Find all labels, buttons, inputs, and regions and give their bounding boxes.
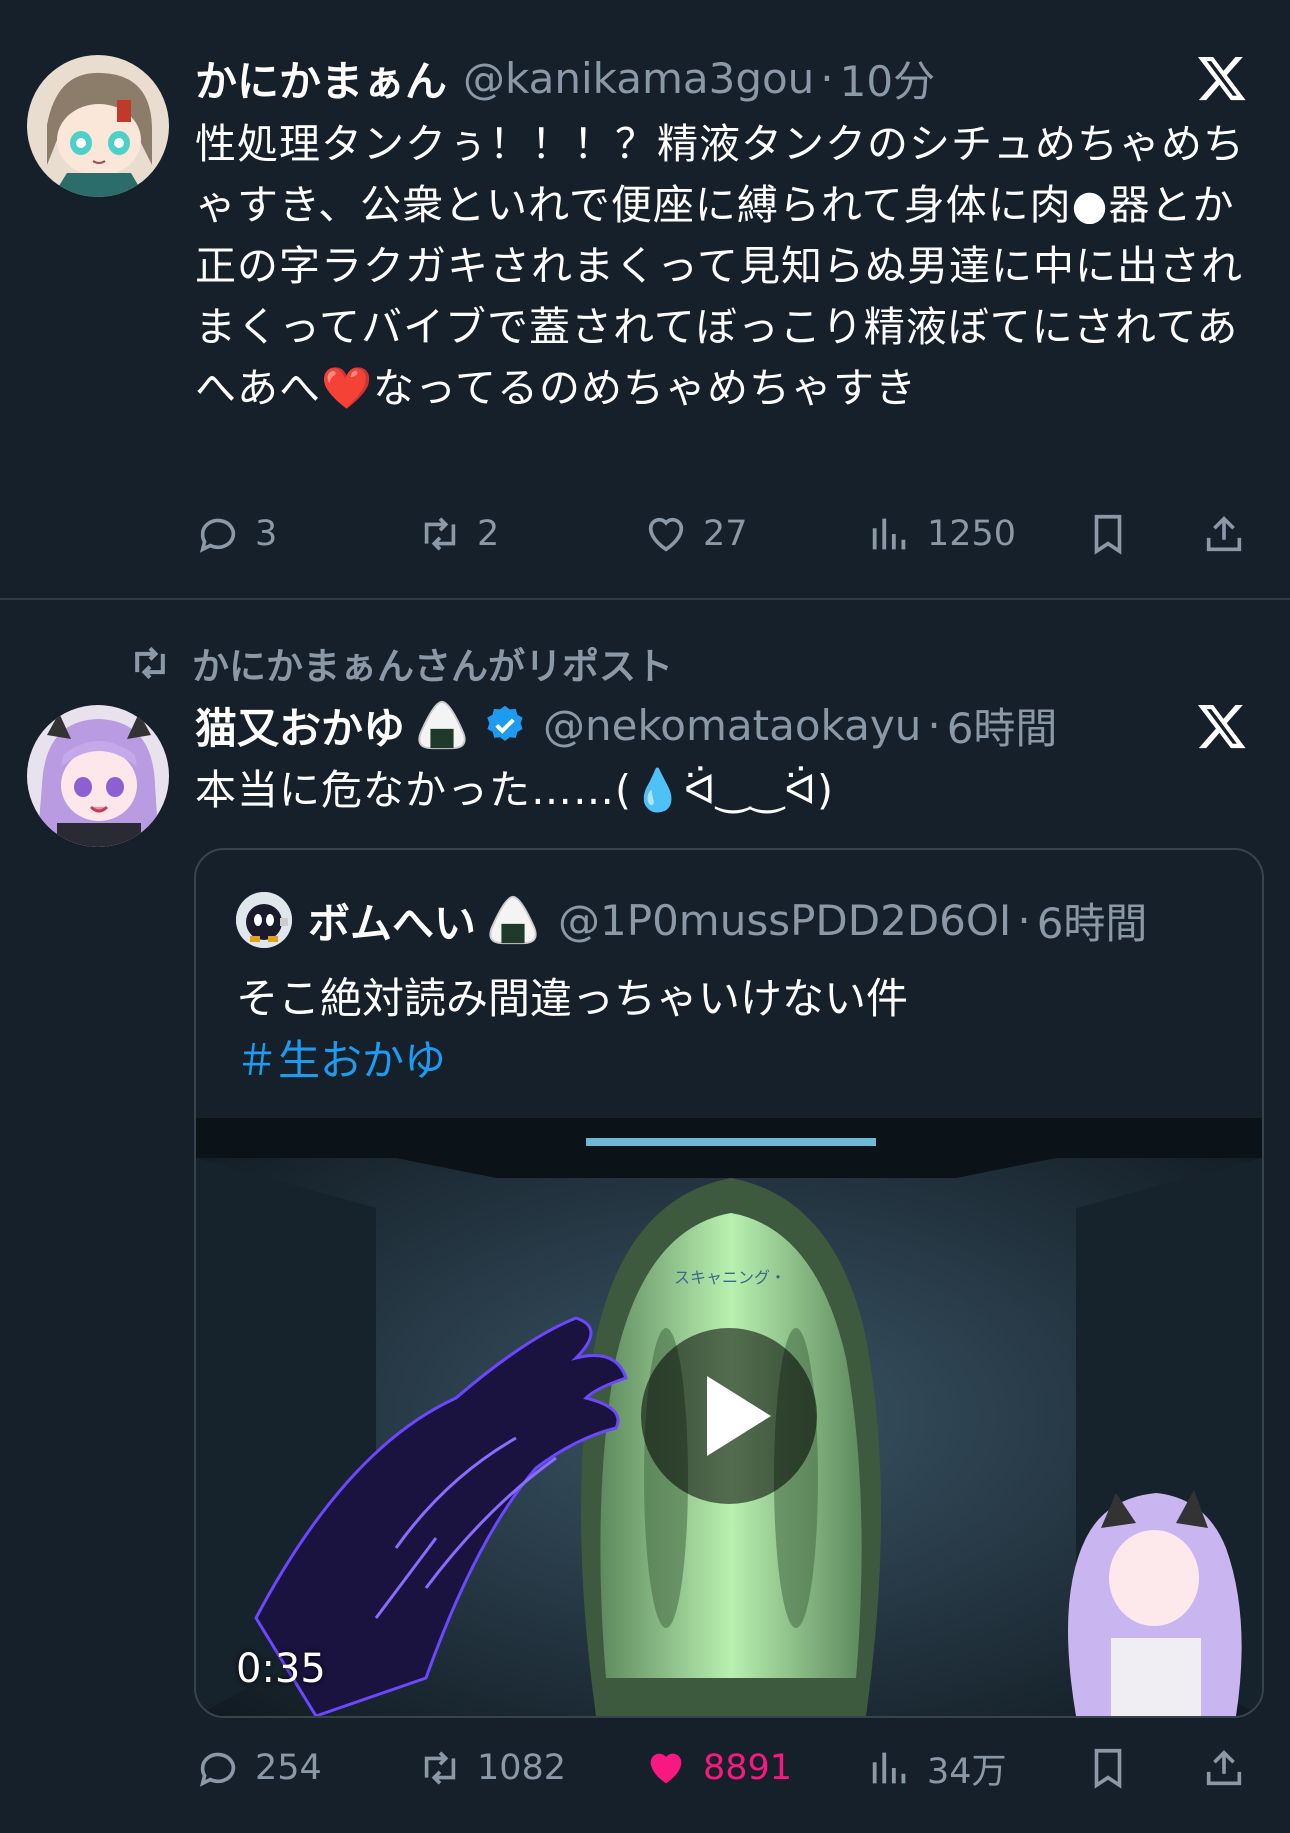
- separator-dot: ·: [1017, 895, 1031, 945]
- bookmark-icon: [1094, 1748, 1122, 1789]
- video-duration: 0:35: [236, 1646, 326, 1692]
- timestamp[interactable]: 10分: [840, 48, 935, 109]
- share-icon: [1206, 516, 1242, 552]
- avatar-okayu[interactable]: [27, 705, 169, 847]
- share-button[interactable]: [1201, 504, 1261, 564]
- x-logo-icon: [1197, 56, 1246, 101]
- verified-badge-icon: [487, 705, 523, 741]
- video-hud-text: スキャニング・: [674, 1268, 786, 1287]
- quoted-timestamp[interactable]: 6時間: [1037, 890, 1148, 951]
- reply-button[interactable]: 3: [195, 504, 277, 564]
- views-count: 1250: [927, 514, 1017, 554]
- retweet-button[interactable]: 1082: [417, 1738, 566, 1798]
- retweet-icon: [424, 1751, 456, 1785]
- views-button[interactable]: 1250: [867, 504, 1016, 564]
- bookmark-icon: [1094, 514, 1122, 555]
- onigiri-emoji-icon: [418, 700, 466, 750]
- x-logo-icon: [1197, 704, 1246, 749]
- tweet-1[interactable]: かにかまぁん @kanikama3gou · 10分 性処理タンクぅ！！！？精液…: [0, 0, 1290, 600]
- author-name[interactable]: 猫又おかゆ: [195, 695, 405, 756]
- quoted-tweet[interactable]: ボムへい @1P0mussPDD2D6OI · 6時間 そこ絶対読み間違っちゃい…: [194, 848, 1264, 1718]
- views-icon: [872, 1752, 906, 1784]
- quoted-author-handle[interactable]: @1P0mussPDD2D6OI: [558, 896, 1011, 945]
- avatar-bomuhei[interactable]: [236, 892, 292, 948]
- like-button[interactable]: 27: [643, 504, 748, 564]
- separator-dot: ·: [820, 53, 834, 103]
- bookmark-button[interactable]: [1085, 1738, 1145, 1798]
- reply-icon: [199, 518, 236, 553]
- retweet-count: 2: [477, 514, 500, 554]
- tweet-actions: 254 1082 8891 34万: [195, 1738, 1255, 1798]
- video-player[interactable]: スキャニング・ 0:35: [196, 1118, 1262, 1716]
- tweet-text: 性処理タンクぅ！！！？精液タンクのシチュめちゃめちゃすき、公衆といれで便座に縛ら…: [195, 120, 1245, 412]
- reply-icon: [199, 1752, 236, 1787]
- retweet-button[interactable]: 2: [417, 504, 499, 564]
- onigiri-emoji-icon: [489, 895, 537, 945]
- reply-count: 3: [255, 514, 278, 554]
- tweet-text: 本当に危なかった……(💧ᐛ‿‿ᐛ): [195, 766, 835, 814]
- play-button[interactable]: [641, 1328, 817, 1504]
- views-count: 34万: [927, 1751, 1007, 1792]
- quoted-author-name[interactable]: ボムへい: [308, 890, 476, 951]
- reply-button[interactable]: 254: [195, 1738, 322, 1798]
- share-button[interactable]: [1201, 1738, 1261, 1798]
- avatar-kanikama[interactable]: [27, 55, 169, 197]
- timestamp[interactable]: 6時間: [947, 695, 1058, 756]
- author-handle[interactable]: @nekomataokayu: [543, 701, 921, 750]
- quoted-tweet-text: そこ絶対読み間違っちゃいけない件 ＃生おかゆ: [236, 968, 908, 1092]
- like-count: 27: [703, 514, 748, 554]
- like-count: 8891: [703, 1748, 793, 1788]
- reply-count: 254: [255, 1748, 322, 1788]
- hashtag-link[interactable]: ＃生おかゆ: [236, 1030, 908, 1092]
- tweet-actions: 3 2 27 1250: [195, 504, 1255, 564]
- views-button[interactable]: 34万: [867, 1738, 1007, 1798]
- share-icon: [1206, 1750, 1242, 1786]
- author-name[interactable]: かにかまぁん: [195, 48, 447, 109]
- separator-dot: ·: [927, 700, 941, 750]
- author-handle[interactable]: @kanikama3gou: [463, 54, 814, 103]
- retweet-count: 1082: [477, 1748, 567, 1788]
- like-button[interactable]: 8891: [643, 1738, 792, 1798]
- quoted-text: そこ絶対読み間違っちゃいけない件: [236, 974, 909, 1023]
- like-icon: [650, 1753, 682, 1784]
- like-icon: [648, 517, 684, 552]
- views-icon: [872, 518, 906, 550]
- play-icon: [707, 1376, 771, 1456]
- bookmark-button[interactable]: [1085, 504, 1145, 564]
- retweet-icon: [424, 517, 456, 551]
